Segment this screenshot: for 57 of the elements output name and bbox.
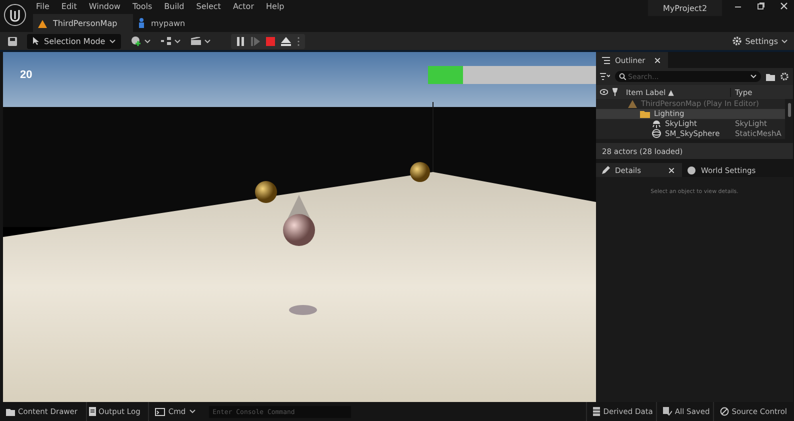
add-actor-button[interactable] <box>131 36 152 46</box>
terminal-icon <box>155 408 166 416</box>
menu-item[interactable]: Window <box>82 2 126 11</box>
close-icon[interactable] <box>669 168 674 172</box>
document-icon <box>88 407 96 416</box>
chevron-icon <box>204 38 212 44</box>
chevron-icon <box>174 38 182 44</box>
menu-item[interactable]: Select <box>190 2 227 11</box>
mode-dropdown[interactable]: Selection Mode <box>27 34 122 48</box>
blueprint-button[interactable] <box>161 37 182 45</box>
sphere-icon <box>652 129 661 138</box>
no-entry-icon <box>720 407 729 416</box>
add-folder-icon[interactable] <box>766 72 775 80</box>
chevron-icon <box>144 38 152 44</box>
restore-icon[interactable] <box>757 2 765 10</box>
nodes-icon <box>161 37 172 45</box>
menu-item[interactable]: Tools <box>126 2 158 11</box>
close-icon[interactable] <box>780 2 788 10</box>
engine-logo-icon[interactable] <box>4 4 26 26</box>
chevron-icon <box>781 38 788 44</box>
eye-icon[interactable] <box>600 89 608 95</box>
menu-item[interactable]: Actor <box>226 2 260 11</box>
menu-item[interactable]: Help <box>260 2 290 11</box>
filter-icon[interactable] <box>600 73 610 80</box>
scrollbar-thumb[interactable] <box>788 103 791 117</box>
pencil-icon <box>601 166 610 174</box>
settings-icon[interactable] <box>780 72 789 81</box>
chevron-icon <box>750 74 757 79</box>
cinematics-button[interactable] <box>191 37 212 45</box>
sky-light-icon <box>652 119 661 128</box>
pin-icon[interactable] <box>612 88 618 96</box>
chevron-icon <box>109 38 116 44</box>
search-icon <box>619 73 626 80</box>
settings-button[interactable]: Settings <box>732 36 788 46</box>
more-options-icon[interactable] <box>297 36 300 46</box>
pause-icon[interactable] <box>236 36 246 46</box>
eject-icon[interactable] <box>281 36 292 46</box>
chevron-icon <box>188 409 196 414</box>
database-icon <box>593 407 600 416</box>
save-icon[interactable] <box>8 36 17 46</box>
mountain-icon <box>38 18 47 28</box>
saved-files-icon <box>662 407 672 416</box>
project-name: MyProject2 <box>648 0 722 16</box>
menu-item[interactable]: Edit <box>55 2 83 11</box>
menu-item[interactable]: Build <box>158 2 190 11</box>
clapperboard-icon <box>191 37 202 45</box>
stop-icon[interactable] <box>266 36 276 46</box>
close-icon[interactable] <box>655 58 660 62</box>
document-tab[interactable]: mypawn <box>133 14 233 32</box>
list-icon <box>602 56 610 64</box>
settings-icon <box>732 36 742 46</box>
menu-item[interactable]: File <box>30 2 56 11</box>
cursor-icon <box>32 37 40 45</box>
folder-icon <box>6 408 15 416</box>
document-tab[interactable]: ThirdPersonMap <box>33 14 133 32</box>
person-icon <box>138 18 145 28</box>
score-counter: 20 <box>20 69 32 81</box>
